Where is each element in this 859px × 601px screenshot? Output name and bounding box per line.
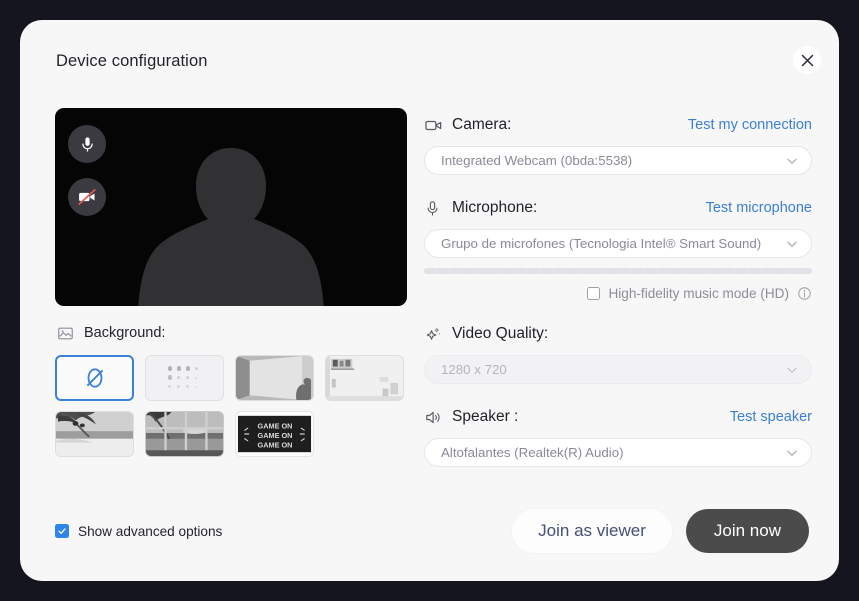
microphone-select[interactable]: Grupo de microfones (Tecnologia Intel® S… <box>424 229 812 258</box>
camera-header: Camera: Test my connection <box>424 112 812 138</box>
microphone-level-meter <box>424 268 812 274</box>
footer-buttons: Join as viewer Join now <box>512 509 809 553</box>
show-advanced-options-row[interactable]: Show advanced options <box>55 524 222 539</box>
video-quality-select[interactable]: 1280 x 720 <box>424 355 812 384</box>
window-beach-thumbnail <box>146 412 223 456</box>
video-quality-header: Video Quality: <box>424 321 812 347</box>
high-fidelity-label: High-fidelity music mode (HD) <box>608 286 789 301</box>
chevron-down-icon <box>785 154 799 168</box>
dialog-footer: Show advanced options Join as viewer Joi… <box>55 503 809 559</box>
background-option-room-corner[interactable] <box>235 355 314 401</box>
camera-section: Camera: Test my connection Integrated We… <box>424 112 812 175</box>
sparkle-star-icon <box>424 325 448 344</box>
no-background-icon <box>86 368 103 388</box>
svg-text:GAME ON: GAME ON <box>258 421 293 430</box>
svg-text:GAME ON: GAME ON <box>258 431 293 440</box>
join-as-viewer-button[interactable]: Join as viewer <box>512 509 672 553</box>
background-option-game-on[interactable]: GAME ON GAME ON GAME ON <box>235 411 314 457</box>
camera-select-value: Integrated Webcam (0bda:5538) <box>441 153 633 168</box>
chevron-down-icon <box>785 446 799 460</box>
screen-canvas: Device configuration Background: GAME ON… <box>0 0 859 601</box>
game-on-thumbnail: GAME ON GAME ON GAME ON <box>236 412 313 456</box>
dialog-title: Device configuration <box>56 52 208 70</box>
background-option-window-beach[interactable] <box>145 411 224 457</box>
right-column: Camera: Test my connection Integrated We… <box>424 112 812 467</box>
device-configuration-dialog: Device configuration Background: GAME ON… <box>20 20 839 581</box>
toggle-camera-button[interactable] <box>68 178 106 216</box>
left-column: Background: GAME ON GAME ON GAME ON <box>55 108 407 457</box>
camera-off-icon <box>78 188 96 206</box>
microphone-section: Microphone: Test microphone Grupo de mic… <box>424 195 812 301</box>
close-icon <box>801 54 813 66</box>
microphone-icon <box>424 200 448 217</box>
background-label: Background: <box>84 325 166 341</box>
background-option-blur[interactable] <box>145 355 224 401</box>
background-header: Background: <box>57 323 407 343</box>
check-icon <box>58 528 66 534</box>
camera-select[interactable]: Integrated Webcam (0bda:5538) <box>424 146 812 175</box>
video-quality-label: Video Quality: <box>452 325 549 342</box>
beach-palms-thumbnail <box>56 412 133 456</box>
show-advanced-options-label: Show advanced options <box>78 523 223 539</box>
video-preview <box>55 108 407 306</box>
chevron-down-icon <box>785 237 799 251</box>
info-icon[interactable] <box>797 286 812 301</box>
background-option-none[interactable] <box>55 355 134 401</box>
microphone-icon <box>81 136 93 152</box>
test-speaker-link[interactable]: Test speaker <box>730 409 812 425</box>
speaker-header: Speaker : Test speaker <box>424 404 812 430</box>
camera-label: Camera: <box>452 116 512 133</box>
speaker-select[interactable]: Altofalantes (Realtek(R) Audio) <box>424 438 812 467</box>
close-button[interactable] <box>793 46 821 74</box>
image-icon <box>58 327 73 339</box>
background-option-bright-shelf[interactable] <box>325 355 404 401</box>
microphone-label: Microphone: <box>452 199 538 216</box>
microphone-select-value: Grupo de microfones (Tecnologia Intel® S… <box>441 236 762 251</box>
camera-icon <box>424 116 448 135</box>
bright-shelf-thumbnail <box>326 356 403 400</box>
person-silhouette-icon <box>138 148 324 306</box>
blur-dots-icon <box>167 366 202 390</box>
show-advanced-options-checkbox[interactable] <box>55 524 69 538</box>
video-quality-select-value: 1280 x 720 <box>441 362 507 377</box>
background-option-beach-palms[interactable] <box>55 411 134 457</box>
high-fidelity-row: High-fidelity music mode (HD) <box>424 286 812 301</box>
high-fidelity-checkbox[interactable] <box>587 287 601 300</box>
svg-text:GAME ON: GAME ON <box>258 440 293 449</box>
speaker-section: Speaker : Test speaker Altofalantes (Rea… <box>424 404 812 467</box>
test-my-connection-link[interactable]: Test my connection <box>688 117 812 133</box>
background-thumbnail-grid: GAME ON GAME ON GAME ON <box>55 355 407 457</box>
test-microphone-link[interactable]: Test microphone <box>706 200 812 216</box>
join-now-button[interactable]: Join now <box>685 509 809 553</box>
microphone-header: Microphone: Test microphone <box>424 195 812 221</box>
room-corner-thumbnail <box>236 356 313 400</box>
toggle-microphone-button[interactable] <box>68 125 106 163</box>
speaker-select-value: Altofalantes (Realtek(R) Audio) <box>441 445 624 460</box>
video-quality-section: Video Quality: 1280 x 720 <box>424 321 812 384</box>
speaker-label: Speaker : <box>452 408 519 425</box>
speaker-icon <box>424 408 448 427</box>
chevron-down-icon <box>785 363 799 377</box>
